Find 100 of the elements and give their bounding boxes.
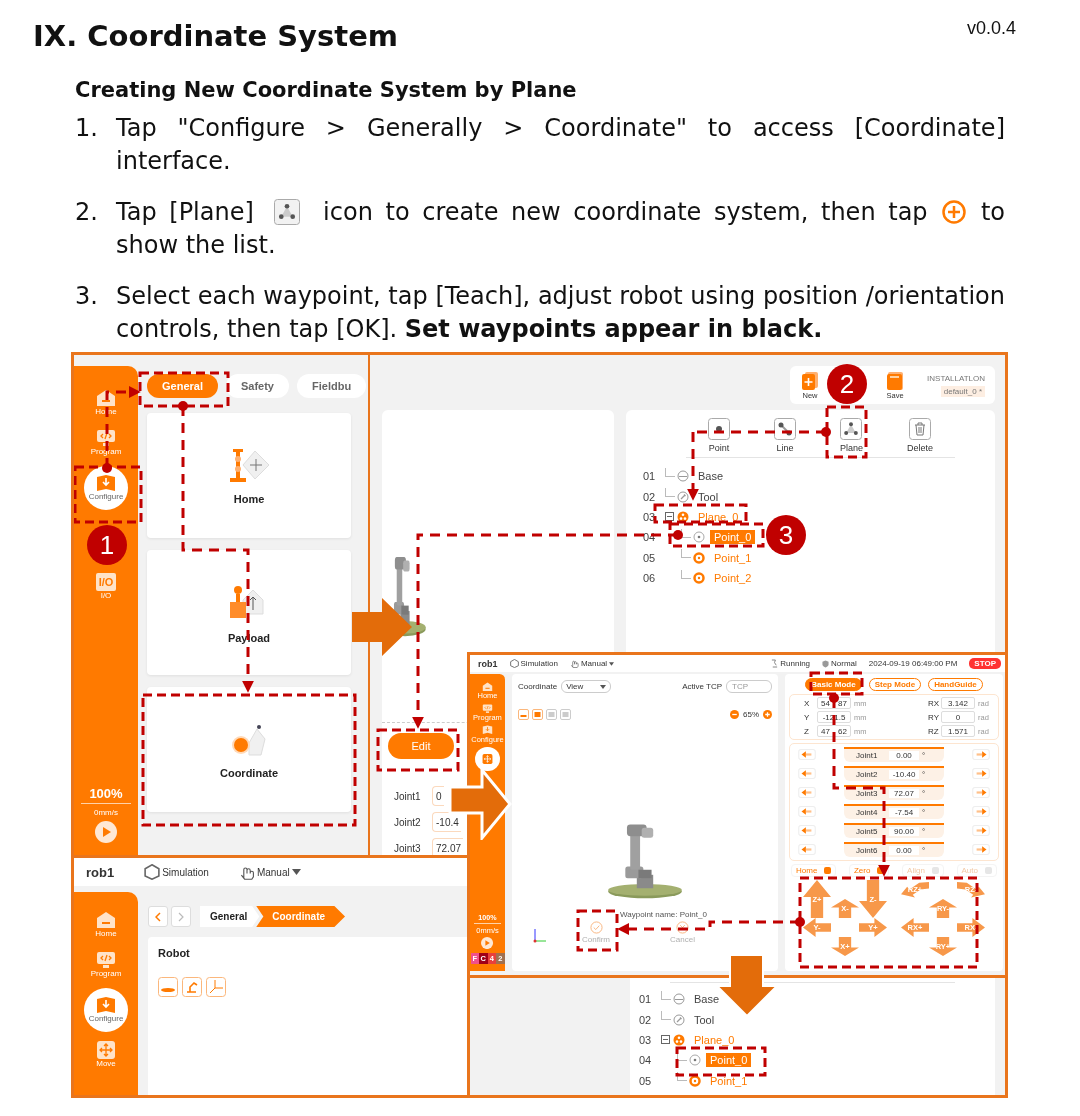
tab[interactable]: Safety	[225, 374, 289, 398]
mode-button[interactable]: Step Mode	[868, 678, 922, 691]
active-tcp-label: Active TCP	[682, 682, 722, 691]
tree-item[interactable]: Point_0	[706, 1053, 752, 1068]
collapse-icon[interactable]	[665, 512, 674, 522]
tree-item[interactable]: Point_2	[710, 571, 756, 586]
tool-button[interactable]: Line	[773, 418, 796, 453]
zoom-out-icon[interactable]	[730, 710, 739, 719]
jog-left-icon[interactable]	[798, 806, 816, 817]
collapse-icon[interactable]	[661, 1035, 670, 1045]
breadcrumb-item[interactable]: Coordinate	[256, 906, 346, 927]
download-box-icon	[96, 996, 116, 1015]
tree-item[interactable]: Point_1	[706, 1073, 752, 1088]
jog-left-icon[interactable]	[798, 844, 816, 855]
coordinate-select[interactable]: View	[561, 680, 612, 693]
view-icon[interactable]	[532, 709, 543, 720]
settings-card[interactable]: Home	[147, 413, 351, 538]
tree-item[interactable]: Tool	[690, 1012, 719, 1027]
section-heading: Creating New Coordinate System by Plane	[75, 77, 578, 104]
play-icon[interactable]	[481, 937, 494, 950]
row-number: 06	[643, 572, 657, 585]
tree-item[interactable]: Plane_0	[694, 509, 743, 524]
save-icon	[885, 370, 906, 391]
jog-right-icon[interactable]	[972, 787, 990, 798]
pose-field[interactable]: 0	[941, 711, 975, 723]
robot-arm-icon[interactable]	[182, 977, 202, 997]
jog-left-icon[interactable]	[798, 825, 816, 836]
tree-item[interactable]: Base	[690, 992, 724, 1007]
row-number: 04	[639, 1054, 653, 1067]
jog-right-icon[interactable]	[972, 844, 990, 855]
zoom-in-icon[interactable]	[763, 710, 772, 719]
joint-value[interactable]: 0.00	[889, 846, 919, 855]
jog-left-icon[interactable]	[798, 749, 816, 760]
tab[interactable]: General	[147, 374, 218, 398]
trash-icon	[908, 418, 931, 440]
sidebar-item[interactable]: Move	[76, 1038, 136, 1072]
jog-right-icon[interactable]	[972, 825, 990, 836]
download-box-icon	[482, 725, 493, 735]
stop-button[interactable]: STOP	[969, 658, 1001, 669]
edit-button[interactable]: Edit	[388, 733, 454, 759]
jog-left-icon[interactable]	[798, 787, 816, 798]
sidebar-item[interactable]: Program	[76, 426, 136, 460]
mode-button[interactable]: HandGuide	[928, 678, 983, 691]
jog-right-icon[interactable]	[972, 768, 990, 779]
settings-card[interactable]: Payload	[147, 550, 351, 675]
joint-value[interactable]: -10.40	[889, 770, 919, 779]
view-icon[interactable]	[546, 709, 557, 720]
tool-button[interactable]: Plane	[839, 418, 863, 453]
card-title: Robot	[158, 947, 191, 959]
settings-card[interactable]: Coordinate	[147, 687, 351, 812]
mode-label: Simulation	[162, 866, 209, 878]
tree-item[interactable]: Plane_0	[690, 1032, 739, 1047]
sidebar-item[interactable]: Program	[76, 948, 136, 982]
sidebar-item[interactable]: Configure	[84, 988, 128, 1032]
joint-value[interactable]: 90.00	[889, 827, 919, 836]
function-button[interactable]: Home	[791, 864, 837, 877]
sidebar-item[interactable]: Home	[76, 908, 136, 942]
tcp-field[interactable]: TCP	[726, 680, 772, 693]
back-button[interactable]	[148, 906, 168, 927]
control-mode-dropdown[interactable]: Manual	[580, 659, 608, 668]
jog-right-icon[interactable]	[972, 749, 990, 760]
row-number: 02	[639, 1013, 653, 1026]
forward-button[interactable]	[171, 906, 191, 927]
axis-label: RX	[928, 698, 938, 708]
mode-button[interactable]: Basic Mode	[805, 678, 862, 691]
joint-field[interactable]: 0	[432, 786, 444, 806]
tab[interactable]: Fieldbu	[297, 374, 367, 398]
tree-item[interactable]: Point_1	[710, 550, 756, 565]
jog-right-icon[interactable]	[972, 806, 990, 817]
joint-label: Joint2	[394, 816, 422, 828]
sidebar-item[interactable]: I/O I/O	[76, 570, 136, 604]
sidebar-item[interactable]	[475, 747, 500, 772]
card-label: Home	[233, 492, 265, 505]
confirm-button[interactable]: Confirm	[582, 921, 610, 944]
joint-value[interactable]: 72.07	[889, 789, 919, 798]
view-icon[interactable]	[560, 709, 571, 720]
pose-field[interactable]: 1.571	[941, 725, 975, 737]
pose-field[interactable]: 47 62	[817, 725, 851, 737]
row-number: 05	[639, 1074, 653, 1087]
tree-item[interactable]: Tool	[694, 489, 723, 504]
cancel-button[interactable]: Cancel	[670, 921, 695, 944]
tool-button[interactable]: Delete	[906, 418, 933, 453]
tree-item[interactable]: Point_0	[710, 530, 756, 545]
step-number: 3.	[75, 281, 99, 312]
view-icon[interactable]	[518, 709, 529, 720]
disc-icon	[677, 470, 689, 483]
instruction-text: Tap "Configure > Generally > Coordinate" to access [Coordinate] interface.	[116, 114, 1005, 175]
base-plate-icon[interactable]	[158, 977, 178, 997]
tree-item[interactable]: Base	[694, 469, 728, 484]
joint-value[interactable]: 0.00	[889, 751, 919, 760]
tool-button[interactable]: Point	[708, 418, 730, 453]
breadcrumb-item[interactable]: General	[200, 906, 260, 927]
sidebar-item[interactable]: Configure	[84, 466, 128, 510]
joint-value[interactable]: -7.54	[889, 808, 919, 817]
pose-field[interactable]: 3.142	[941, 697, 975, 709]
jog-left-icon[interactable]	[798, 768, 816, 779]
play-icon[interactable]	[95, 821, 117, 843]
chevron-right-icon	[178, 911, 184, 922]
axes-icon[interactable]	[206, 977, 226, 997]
control-mode-dropdown[interactable]: Manual	[256, 866, 290, 878]
